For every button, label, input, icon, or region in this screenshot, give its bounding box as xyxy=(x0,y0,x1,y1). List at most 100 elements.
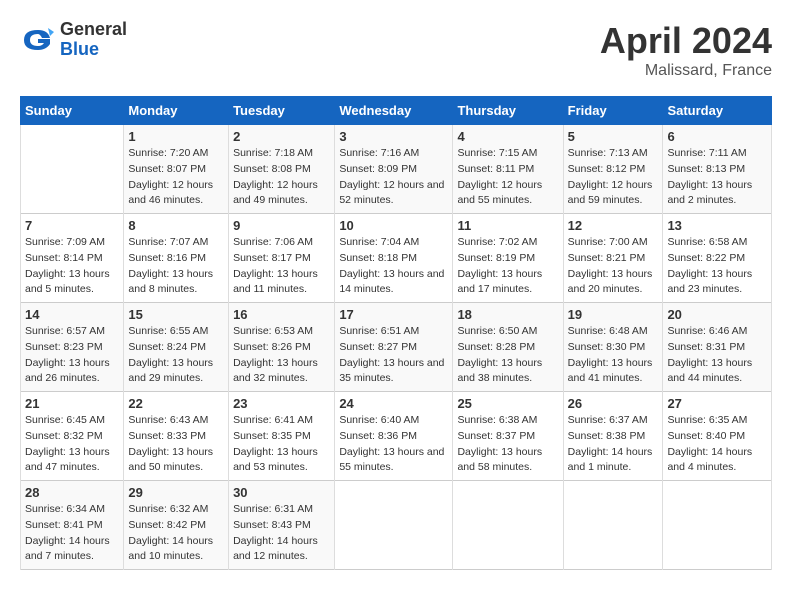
day-number: 29 xyxy=(128,485,224,500)
daylight-label: Daylight: 13 hours and 35 minutes. xyxy=(339,357,444,385)
sunset-label: Sunset: 8:33 PM xyxy=(128,430,206,442)
day-info: Sunrise: 7:11 AM Sunset: 8:13 PM Dayligh… xyxy=(667,146,767,209)
sunset-label: Sunset: 8:07 PM xyxy=(128,163,206,175)
calendar-cell: 11 Sunrise: 7:02 AM Sunset: 8:19 PM Dayl… xyxy=(453,214,563,303)
sunrise-label: Sunrise: 7:11 AM xyxy=(667,147,746,159)
calendar-cell: 19 Sunrise: 6:48 AM Sunset: 8:30 PM Dayl… xyxy=(563,303,663,392)
page-header: General Blue April 2024 Malissard, Franc… xyxy=(20,20,772,80)
daylight-label: Daylight: 13 hours and 53 minutes. xyxy=(233,446,318,474)
day-info: Sunrise: 6:32 AM Sunset: 8:42 PM Dayligh… xyxy=(128,502,224,565)
daylight-label: Daylight: 13 hours and 44 minutes. xyxy=(667,357,752,385)
day-number: 4 xyxy=(457,129,558,144)
day-info: Sunrise: 6:37 AM Sunset: 8:38 PM Dayligh… xyxy=(568,413,659,476)
day-info: Sunrise: 7:07 AM Sunset: 8:16 PM Dayligh… xyxy=(128,235,224,298)
day-number: 26 xyxy=(568,396,659,411)
day-info: Sunrise: 7:06 AM Sunset: 8:17 PM Dayligh… xyxy=(233,235,330,298)
title-block: April 2024 Malissard, France xyxy=(600,20,772,80)
day-number: 22 xyxy=(128,396,224,411)
day-number: 24 xyxy=(339,396,448,411)
calendar-week-row: 7 Sunrise: 7:09 AM Sunset: 8:14 PM Dayli… xyxy=(21,214,772,303)
daylight-label: Daylight: 13 hours and 23 minutes. xyxy=(667,268,752,296)
day-info: Sunrise: 7:04 AM Sunset: 8:18 PM Dayligh… xyxy=(339,235,448,298)
day-number: 12 xyxy=(568,218,659,233)
day-info: Sunrise: 7:18 AM Sunset: 8:08 PM Dayligh… xyxy=(233,146,330,209)
sunrise-label: Sunrise: 7:04 AM xyxy=(339,236,419,248)
day-info: Sunrise: 6:58 AM Sunset: 8:22 PM Dayligh… xyxy=(667,235,767,298)
day-info: Sunrise: 6:43 AM Sunset: 8:33 PM Dayligh… xyxy=(128,413,224,476)
column-header-monday: Monday xyxy=(124,97,229,125)
sunset-label: Sunset: 8:38 PM xyxy=(568,430,646,442)
day-number: 2 xyxy=(233,129,330,144)
sunset-label: Sunset: 8:11 PM xyxy=(457,163,534,175)
day-number: 21 xyxy=(25,396,119,411)
day-info: Sunrise: 6:41 AM Sunset: 8:35 PM Dayligh… xyxy=(233,413,330,476)
sunrise-label: Sunrise: 6:37 AM xyxy=(568,414,648,426)
sunset-label: Sunset: 8:23 PM xyxy=(25,341,103,353)
day-info: Sunrise: 7:02 AM Sunset: 8:19 PM Dayligh… xyxy=(457,235,558,298)
sunset-label: Sunset: 8:19 PM xyxy=(457,252,535,264)
sunrise-label: Sunrise: 6:35 AM xyxy=(667,414,747,426)
day-info: Sunrise: 7:20 AM Sunset: 8:07 PM Dayligh… xyxy=(128,146,224,209)
sunset-label: Sunset: 8:42 PM xyxy=(128,519,206,531)
day-info: Sunrise: 6:53 AM Sunset: 8:26 PM Dayligh… xyxy=(233,324,330,387)
calendar-cell xyxy=(335,481,453,570)
sunrise-label: Sunrise: 6:34 AM xyxy=(25,503,105,515)
daylight-label: Daylight: 12 hours and 49 minutes. xyxy=(233,179,318,207)
logo-general-text: General xyxy=(60,20,127,40)
daylight-label: Daylight: 13 hours and 20 minutes. xyxy=(568,268,653,296)
calendar-table: SundayMondayTuesdayWednesdayThursdayFrid… xyxy=(20,96,772,570)
sunrise-label: Sunrise: 7:09 AM xyxy=(25,236,105,248)
daylight-label: Daylight: 13 hours and 26 minutes. xyxy=(25,357,110,385)
calendar-cell: 10 Sunrise: 7:04 AM Sunset: 8:18 PM Dayl… xyxy=(335,214,453,303)
sunrise-label: Sunrise: 6:53 AM xyxy=(233,325,313,337)
day-info: Sunrise: 7:16 AM Sunset: 8:09 PM Dayligh… xyxy=(339,146,448,209)
day-info: Sunrise: 6:40 AM Sunset: 8:36 PM Dayligh… xyxy=(339,413,448,476)
sunset-label: Sunset: 8:09 PM xyxy=(339,163,417,175)
sunset-label: Sunset: 8:35 PM xyxy=(233,430,311,442)
calendar-cell: 2 Sunrise: 7:18 AM Sunset: 8:08 PM Dayli… xyxy=(229,125,335,214)
sunset-label: Sunset: 8:12 PM xyxy=(568,163,646,175)
sunset-label: Sunset: 8:24 PM xyxy=(128,341,206,353)
day-info: Sunrise: 7:09 AM Sunset: 8:14 PM Dayligh… xyxy=(25,235,119,298)
sunset-label: Sunset: 8:30 PM xyxy=(568,341,646,353)
day-number: 7 xyxy=(25,218,119,233)
daylight-label: Daylight: 14 hours and 10 minutes. xyxy=(128,535,213,563)
day-info: Sunrise: 6:48 AM Sunset: 8:30 PM Dayligh… xyxy=(568,324,659,387)
daylight-label: Daylight: 13 hours and 2 minutes. xyxy=(667,179,752,207)
day-number: 3 xyxy=(339,129,448,144)
sunset-label: Sunset: 8:14 PM xyxy=(25,252,103,264)
sunrise-label: Sunrise: 6:45 AM xyxy=(25,414,105,426)
calendar-week-row: 14 Sunrise: 6:57 AM Sunset: 8:23 PM Dayl… xyxy=(21,303,772,392)
calendar-cell: 15 Sunrise: 6:55 AM Sunset: 8:24 PM Dayl… xyxy=(124,303,229,392)
sunset-label: Sunset: 8:36 PM xyxy=(339,430,417,442)
sunrise-label: Sunrise: 6:46 AM xyxy=(667,325,747,337)
sunrise-label: Sunrise: 7:15 AM xyxy=(457,147,537,159)
day-info: Sunrise: 7:00 AM Sunset: 8:21 PM Dayligh… xyxy=(568,235,659,298)
calendar-cell: 6 Sunrise: 7:11 AM Sunset: 8:13 PM Dayli… xyxy=(663,125,772,214)
daylight-label: Daylight: 13 hours and 50 minutes. xyxy=(128,446,213,474)
day-info: Sunrise: 6:50 AM Sunset: 8:28 PM Dayligh… xyxy=(457,324,558,387)
calendar-cell xyxy=(663,481,772,570)
column-header-friday: Friday xyxy=(563,97,663,125)
location: Malissard, France xyxy=(600,62,772,80)
sunset-label: Sunset: 8:18 PM xyxy=(339,252,417,264)
day-number: 9 xyxy=(233,218,330,233)
daylight-label: Daylight: 14 hours and 7 minutes. xyxy=(25,535,110,563)
day-number: 13 xyxy=(667,218,767,233)
calendar-cell: 13 Sunrise: 6:58 AM Sunset: 8:22 PM Dayl… xyxy=(663,214,772,303)
calendar-cell: 29 Sunrise: 6:32 AM Sunset: 8:42 PM Dayl… xyxy=(124,481,229,570)
sunset-label: Sunset: 8:28 PM xyxy=(457,341,535,353)
day-info: Sunrise: 6:55 AM Sunset: 8:24 PM Dayligh… xyxy=(128,324,224,387)
calendar-cell: 18 Sunrise: 6:50 AM Sunset: 8:28 PM Dayl… xyxy=(453,303,563,392)
day-number: 16 xyxy=(233,307,330,322)
daylight-label: Daylight: 13 hours and 55 minutes. xyxy=(339,446,444,474)
calendar-cell xyxy=(453,481,563,570)
day-info: Sunrise: 6:31 AM Sunset: 8:43 PM Dayligh… xyxy=(233,502,330,565)
logo-blue-text: Blue xyxy=(60,40,127,60)
day-number: 10 xyxy=(339,218,448,233)
logo-text: General Blue xyxy=(60,20,127,60)
daylight-label: Daylight: 13 hours and 47 minutes. xyxy=(25,446,110,474)
logo-icon xyxy=(20,22,56,58)
daylight-label: Daylight: 12 hours and 55 minutes. xyxy=(457,179,542,207)
daylight-label: Daylight: 14 hours and 12 minutes. xyxy=(233,535,318,563)
